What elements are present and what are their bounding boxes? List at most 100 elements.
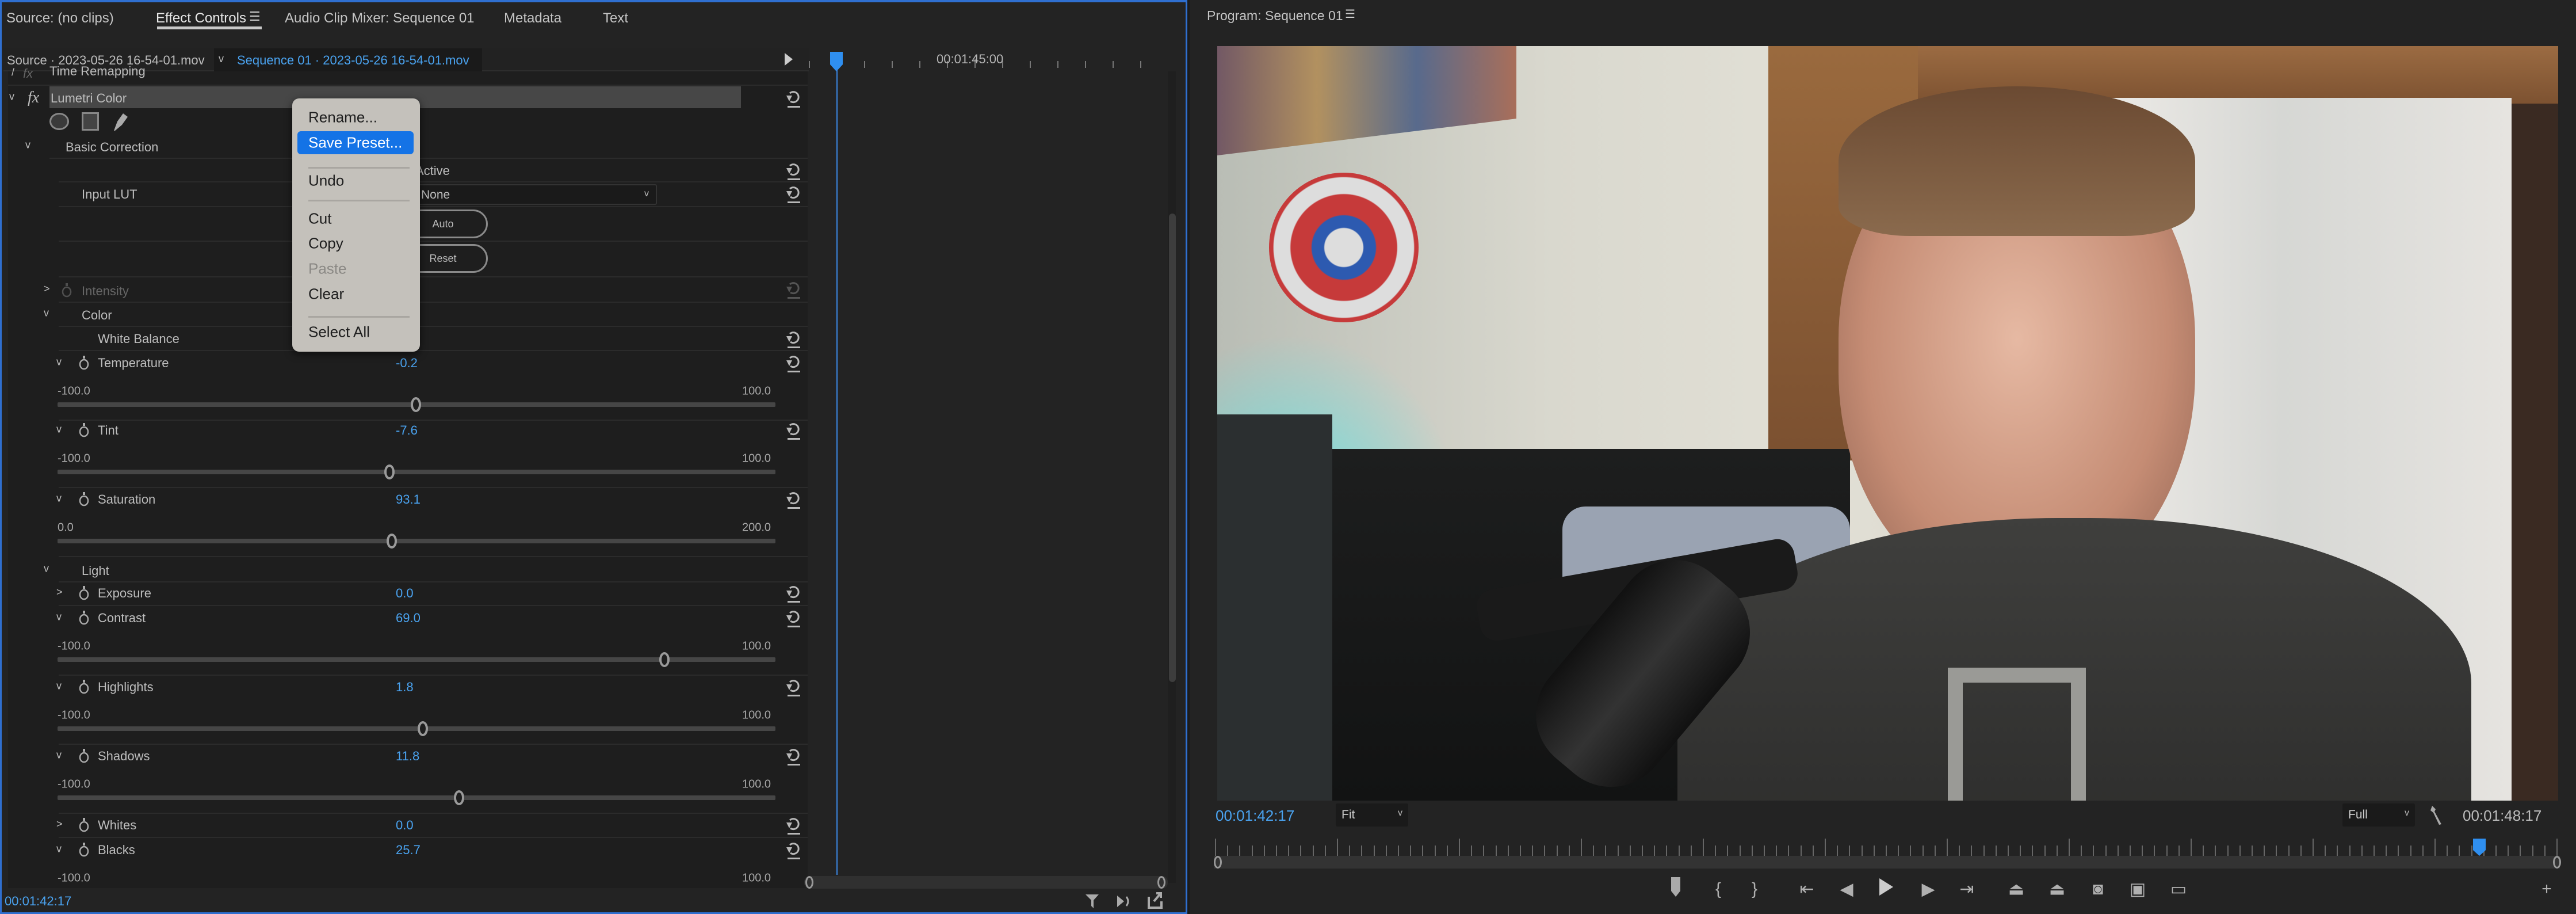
reset-icon[interactable]	[785, 421, 801, 440]
menu-item-clear[interactable]: Clear	[308, 285, 344, 303]
section-basic-correction[interactable]: Basic Correction	[66, 140, 158, 155]
slider-track[interactable]	[58, 539, 775, 543]
vr-video-icon[interactable]: ▭	[2170, 879, 2187, 900]
slider-track[interactable]	[58, 470, 775, 474]
step-forward-icon[interactable]: ▶︎	[1921, 879, 1935, 900]
program-scrub-bar[interactable]	[1214, 856, 2560, 869]
chevron-down-icon[interactable]: v	[56, 749, 62, 761]
lift-icon[interactable]: ⏏	[2008, 879, 2024, 900]
param-value-shadows[interactable]: 11.8	[396, 749, 419, 764]
chevron-down-icon[interactable]: v	[9, 91, 14, 103]
reset-icon[interactable]	[785, 89, 801, 108]
section-color[interactable]: Color	[82, 308, 112, 323]
reset-icon[interactable]	[785, 608, 801, 628]
param-value-temperature[interactable]: -0.2	[396, 356, 418, 371]
param-value-highlights[interactable]: 1.8	[396, 680, 414, 695]
chevron-down-icon[interactable]: v	[219, 53, 224, 65]
intensity-label[interactable]: Intensity	[82, 284, 129, 299]
extract-icon[interactable]: ⏏	[2049, 879, 2065, 900]
vertical-scrollbar-thumb[interactable]	[1169, 214, 1176, 682]
input-lut-dropdown[interactable]: None v	[415, 184, 657, 205]
stopwatch-icon[interactable]	[78, 492, 90, 506]
hamburger-icon[interactable]: ☰	[1345, 7, 1355, 21]
reset-icon[interactable]	[785, 747, 801, 766]
effect-time-remapping[interactable]: Time Remapping	[49, 64, 146, 79]
chevron-down-icon[interactable]: v	[56, 680, 62, 692]
menu-item-copy[interactable]: Copy	[308, 235, 343, 253]
menu-item-save-preset[interactable]: Save Preset...	[308, 134, 402, 152]
comparison-view-icon[interactable]: ▣	[2130, 879, 2146, 900]
play-icon[interactable]	[1879, 878, 1893, 900]
reset-icon[interactable]	[785, 353, 801, 373]
chevron-right-icon[interactable]: >	[44, 283, 50, 295]
filter-icon[interactable]	[1085, 893, 1100, 911]
slider-thumb[interactable]	[418, 721, 429, 736]
reset-icon[interactable]	[785, 816, 801, 835]
stopwatch-icon[interactable]	[78, 679, 90, 694]
param-value-blacks[interactable]: 25.7	[396, 843, 421, 858]
program-playhead[interactable]	[2472, 839, 2486, 856]
program-current-timecode[interactable]: 00:01:42:17	[1216, 807, 1294, 825]
timeline-horizontal-scrollbar[interactable]	[804, 876, 1168, 889]
hamburger-icon[interactable]: ☰	[249, 9, 261, 24]
go-to-out-icon[interactable]: ⇥	[1959, 879, 1974, 900]
current-timecode[interactable]: 00:01:42:17	[5, 894, 71, 909]
scrollbar-right-handle[interactable]	[1157, 876, 1165, 889]
chevron-down-icon[interactable]: v	[44, 307, 49, 319]
go-to-in-icon[interactable]: ⇤	[1799, 879, 1814, 900]
export-icon[interactable]	[1147, 891, 1163, 909]
reset-icon[interactable]	[785, 161, 801, 181]
sequence-clip-label[interactable]: Sequence 01 · 2023-05-26 16-54-01.mov	[237, 53, 469, 70]
stopwatch-icon[interactable]	[78, 842, 90, 857]
chevron-right-icon[interactable]: >	[56, 818, 63, 831]
reset-icon[interactable]	[785, 329, 801, 349]
tab-source[interactable]: Source: (no clips)	[6, 10, 114, 26]
button-editor-icon[interactable]: +	[2541, 879, 2552, 899]
program-monitor-title[interactable]: Program: Sequence 01	[1207, 8, 1343, 24]
param-value-whites[interactable]: 0.0	[396, 818, 414, 833]
slider-thumb[interactable]	[410, 397, 421, 412]
reset-icon[interactable]	[785, 490, 801, 509]
chevron-down-icon[interactable]: v	[56, 424, 62, 436]
scrub-right-handle[interactable]	[2553, 856, 2561, 869]
tab-text[interactable]: Text	[603, 10, 628, 26]
zoom-dropdown[interactable]: Fit v	[1336, 803, 1408, 827]
resolution-dropdown[interactable]: Full v	[2342, 803, 2415, 827]
effect-lumetri-color[interactable]: Lumetri Color	[51, 91, 127, 106]
scrub-left-handle[interactable]	[1214, 856, 1222, 869]
stopwatch-icon[interactable]	[78, 422, 90, 437]
menu-item-select-all[interactable]: Select All	[308, 323, 370, 341]
slider-track[interactable]	[58, 795, 775, 800]
tab-metadata[interactable]: Metadata	[504, 10, 561, 26]
scrollbar-left-handle[interactable]	[805, 876, 813, 889]
tab-audio-clip-mixer[interactable]: Audio Clip Mixer: Sequence 01	[285, 10, 475, 26]
reset-icon[interactable]	[785, 184, 801, 204]
param-value-exposure[interactable]: 0.0	[396, 586, 414, 601]
stopwatch-icon[interactable]	[78, 355, 90, 370]
mark-out-icon[interactable]: }	[1752, 879, 1757, 899]
menu-item-cut[interactable]: Cut	[308, 210, 331, 228]
video-frame[interactable]	[1217, 46, 2558, 801]
slider-thumb[interactable]	[453, 790, 464, 805]
mark-in-icon[interactable]: {	[1715, 879, 1721, 899]
program-time-ruler[interactable]	[1215, 839, 2560, 857]
section-light[interactable]: Light	[82, 563, 109, 578]
wrench-icon[interactable]	[2430, 805, 2444, 825]
slider-track[interactable]	[58, 726, 775, 731]
reset-icon[interactable]	[785, 840, 801, 860]
param-value-tint[interactable]: -7.6	[396, 423, 418, 438]
stopwatch-icon[interactable]	[78, 748, 90, 763]
stopwatch-icon[interactable]	[78, 585, 90, 600]
play-triangle-icon[interactable]	[785, 53, 793, 66]
export-frame-icon[interactable]: ◙	[2093, 879, 2103, 899]
stopwatch-icon[interactable]	[78, 610, 90, 625]
slider-thumb[interactable]	[384, 464, 395, 479]
slider-thumb[interactable]	[659, 652, 670, 667]
play-audio-icon[interactable]	[1116, 893, 1132, 909]
slider-thumb[interactable]	[386, 534, 397, 549]
chevron-down-icon[interactable]: v	[44, 563, 49, 575]
pen-mask-icon[interactable]	[112, 111, 129, 132]
chevron-down-icon[interactable]: v	[56, 843, 62, 855]
menu-item-rename[interactable]: Rename...	[308, 109, 377, 127]
playhead-icon[interactable]	[830, 52, 844, 71]
